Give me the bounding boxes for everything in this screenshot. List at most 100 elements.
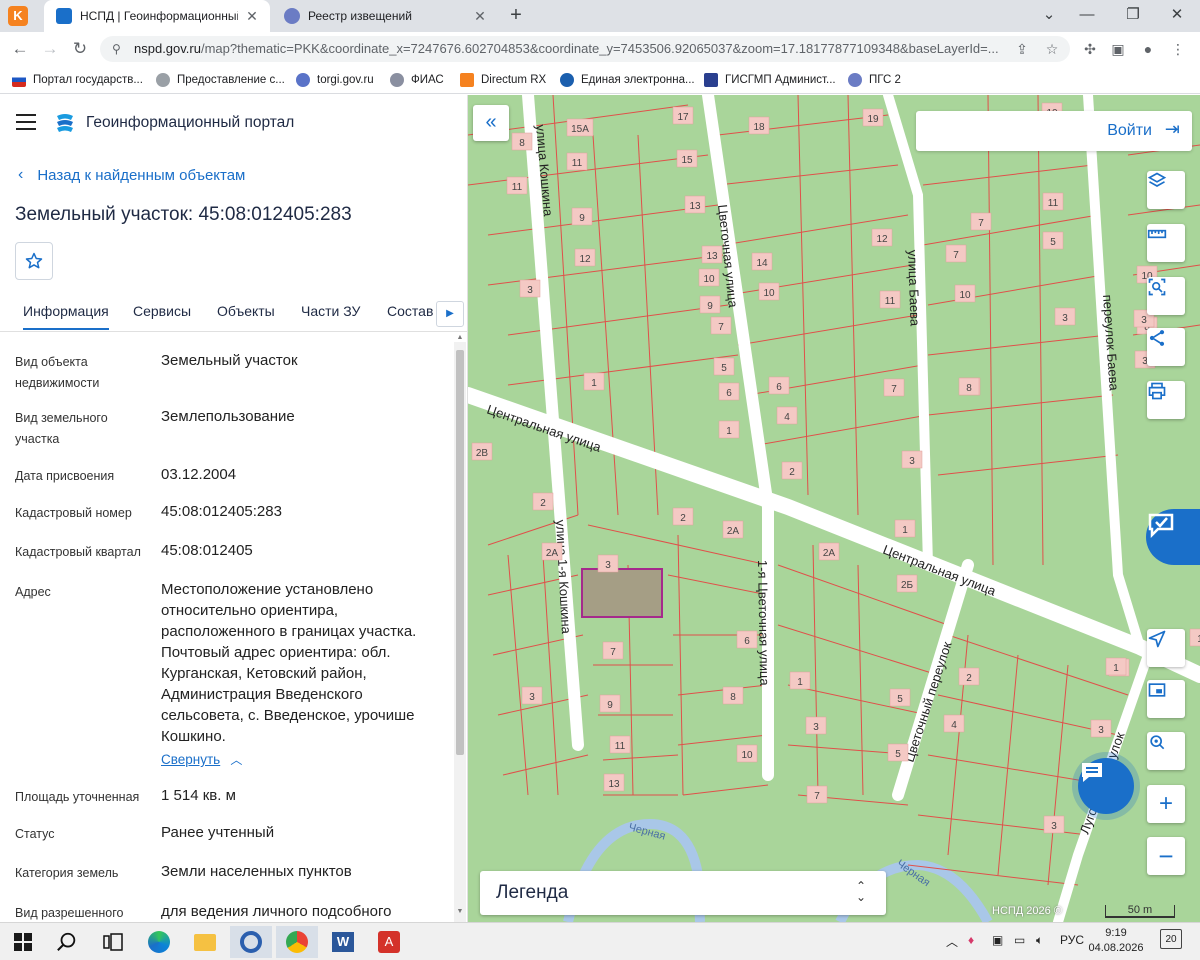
minimap-icon (1148, 683, 1166, 697)
close-tab-icon[interactable]: ✕ (244, 8, 260, 25)
task-view-button[interactable] (92, 926, 134, 958)
back-to-results-link[interactable]: ‹ Назад к найденным объектам (18, 166, 245, 184)
portal-logo-icon (57, 114, 73, 132)
reload-icon[interactable]: ↻ (68, 37, 92, 61)
tab-parts[interactable]: Части ЗУ (301, 303, 360, 319)
bookmark-item[interactable]: Единая электронна... (560, 71, 695, 89)
network-icon[interactable]: ▭ (1014, 933, 1025, 947)
emblem-icon (156, 73, 170, 87)
minimize-button[interactable]: — (1064, 0, 1110, 32)
login-button[interactable]: Войти ⇥ (916, 111, 1192, 151)
bookmark-star-icon[interactable]: ☆ (1040, 37, 1064, 61)
bookmark-item[interactable]: Предоставление с... (156, 71, 285, 89)
bookmark-item[interactable]: Портал государств... (12, 71, 143, 89)
address-value: Местоположение установлено относительно … (161, 581, 417, 745)
tray-chevron-icon[interactable]: ︿ (946, 933, 958, 950)
scroll-up-icon[interactable]: ▲ (454, 334, 466, 341)
parcel-number: 13 (689, 201, 701, 212)
object-tabs: Информация Сервисы Объекты Части ЗУ Сост… (0, 295, 467, 331)
tab-information[interactable]: Информация (23, 303, 109, 330)
property-value: Ранее учтенный (161, 824, 275, 841)
tray-app-icon[interactable]: ▣ (992, 933, 1003, 947)
menu-dots-icon[interactable]: ⋮ (1166, 37, 1190, 61)
parcel-number: 8 (966, 383, 972, 394)
tab-objects[interactable]: Объекты (217, 303, 275, 319)
clock[interactable]: 9:19 04.08.2026 (1088, 926, 1144, 956)
explorer-app[interactable] (184, 926, 226, 958)
minimap-button[interactable] (1147, 680, 1185, 718)
parcel-number: 3 (909, 456, 915, 467)
parcel-number: 3 (605, 560, 611, 571)
forward-icon[interactable]: → (38, 37, 62, 61)
close-tab-icon[interactable]: ✕ (472, 8, 488, 25)
bookmark-item[interactable]: ПГС 2 (848, 71, 901, 89)
parcel-number: 7 (610, 647, 616, 658)
directum-icon (460, 73, 474, 87)
bookmark-item[interactable]: ФИАС (390, 71, 444, 89)
properties-list: Вид объекта недвижимости Земельный участ… (0, 332, 452, 922)
parcel-number: 3 (1141, 315, 1147, 326)
tab-services[interactable]: Сервисы (133, 303, 191, 319)
language-indicator[interactable]: РУС (1060, 933, 1084, 947)
print-button[interactable] (1147, 381, 1185, 419)
zoom-in-button[interactable]: + (1147, 785, 1185, 823)
selected-parcel[interactable] (581, 568, 663, 618)
parcel-number: 3 (813, 722, 819, 733)
browser-tab[interactable]: Реестр извещений ✕ (272, 0, 498, 32)
directum-app[interactable] (230, 926, 272, 958)
url-input[interactable]: ⚲ nspd.gov.ru/map?thematic=PKK&coordinat… (100, 36, 1070, 62)
ruler-button[interactable] (1147, 224, 1185, 262)
pinned-tab-icon[interactable]: K (8, 6, 28, 26)
plus-icon: + (1158, 790, 1173, 817)
legend-panel[interactable]: Легенда ⌃ ⌄ (480, 871, 886, 915)
emblem-icon (848, 73, 862, 87)
site-info-icon[interactable]: ⚲ (112, 36, 121, 62)
close-window-button[interactable]: ✕ (1154, 0, 1200, 32)
share-icon (1149, 330, 1165, 346)
notifications-button[interactable]: 20 (1160, 929, 1182, 949)
scroll-down-icon[interactable]: ▼ (454, 908, 466, 915)
star-icon (25, 252, 43, 269)
maximize-button[interactable]: ❐ (1110, 0, 1156, 32)
favorite-button[interactable] (15, 242, 53, 280)
my-location-button[interactable] (1147, 629, 1185, 667)
tabs-scroll-right-button[interactable]: ▶ (436, 301, 464, 327)
volume-icon[interactable]: 🔈︎ (1036, 933, 1043, 948)
layers-button[interactable] (1147, 171, 1185, 209)
edge-app[interactable] (138, 926, 180, 958)
share-map-button[interactable] (1147, 328, 1185, 366)
collapse-panel-button[interactable]: « (473, 105, 509, 141)
collapse-link[interactable]: Свернуть ︿ (161, 749, 446, 771)
parcel-number: 11 (615, 741, 626, 752)
search-button[interactable] (46, 926, 88, 958)
feedback-side-tab[interactable] (1146, 509, 1200, 565)
browser-tab-active[interactable]: НСПД | Геоинформационный п ✕ (44, 0, 270, 32)
property-label: Площадь уточненная (15, 790, 140, 804)
word-app[interactable]: W (322, 926, 364, 958)
geo-search-button[interactable] (1147, 732, 1185, 770)
chrome-app[interactable] (276, 926, 318, 958)
cadastral-map[interactable]: улица Кошкина Цветочная улица улица Баев… (468, 95, 1200, 922)
menu-icon[interactable] (16, 114, 36, 130)
tab-composition[interactable]: Состав (387, 303, 433, 319)
parcel-number: 1 (1113, 663, 1119, 674)
new-tab-button[interactable]: + (504, 4, 528, 28)
bookmark-item[interactable]: ГИСГМП Админист... (704, 71, 836, 89)
bookmark-item[interactable]: torgi.gov.ru (296, 71, 374, 89)
acrobat-app[interactable]: A (368, 926, 410, 958)
extensions-icon[interactable]: ✣ (1078, 37, 1102, 61)
tray-app-icon[interactable]: ♦ (968, 933, 974, 947)
chat-button[interactable] (1078, 758, 1134, 814)
back-icon[interactable]: ← (8, 37, 32, 61)
side-panel-icon[interactable]: ▣ (1106, 37, 1130, 61)
share-icon[interactable]: ⇪ (1010, 37, 1034, 61)
profile-avatar-icon[interactable]: ● (1136, 37, 1160, 61)
zoom-out-button[interactable]: − (1147, 837, 1185, 875)
bookmark-item[interactable]: Directum RX (460, 71, 546, 89)
feedback-icon (1148, 513, 1174, 539)
area-select-button[interactable] (1147, 277, 1185, 315)
properties-scrollbar[interactable]: ▲ ▼ (454, 334, 466, 922)
parcel-number: 3 (1051, 821, 1057, 832)
scrollbar-thumb[interactable] (456, 350, 464, 755)
start-button[interactable] (2, 926, 44, 958)
